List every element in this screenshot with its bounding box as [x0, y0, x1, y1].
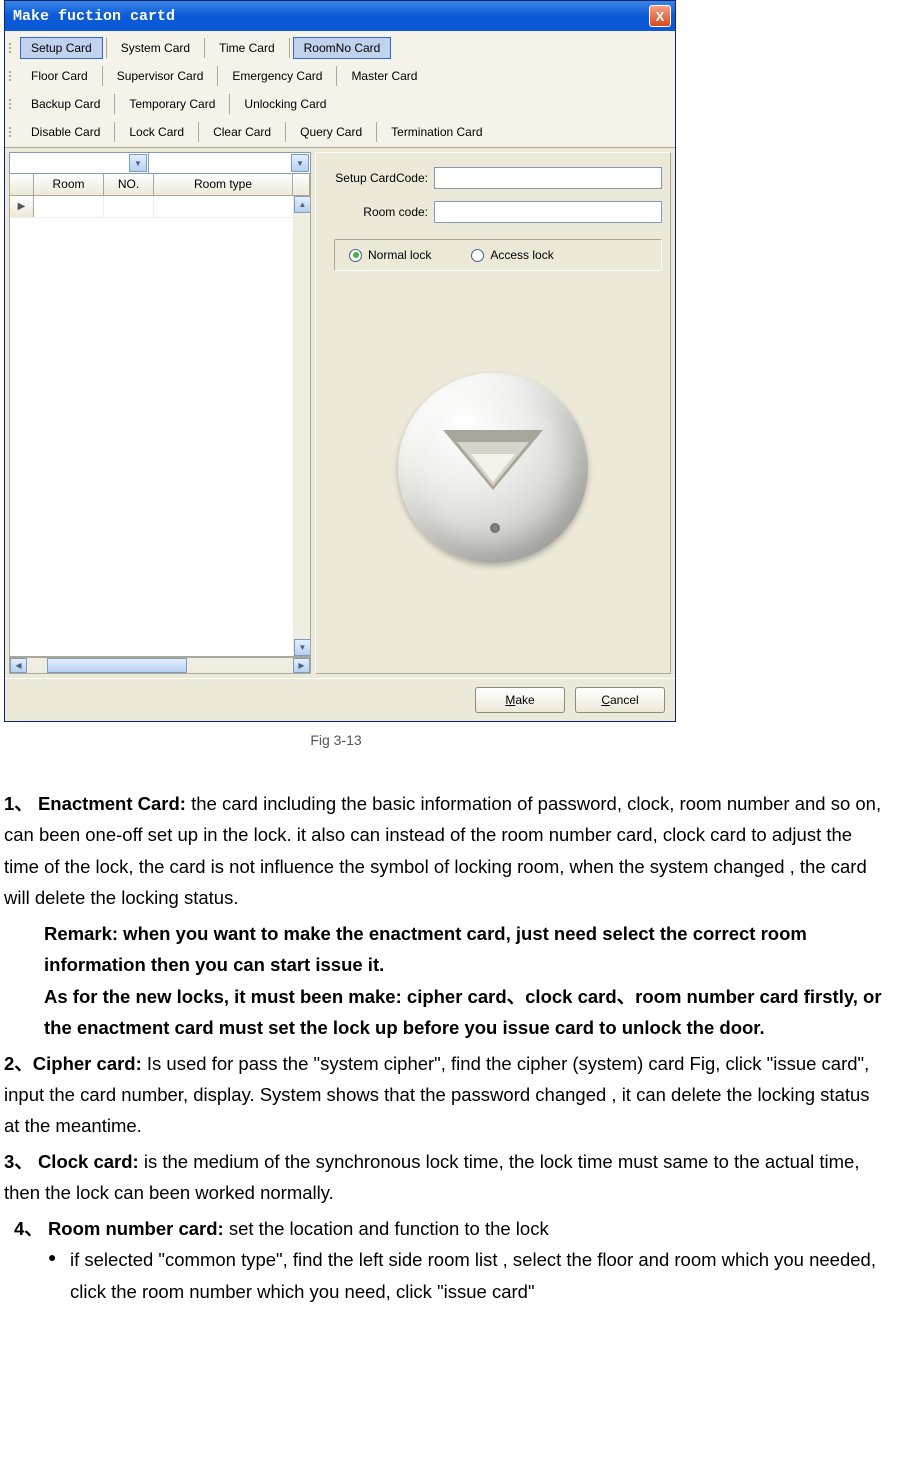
item1-title: Enactment Card: [38, 793, 191, 814]
close-button[interactable]: X [649, 5, 671, 27]
col-roomtype[interactable]: Room type [154, 174, 293, 195]
item4-title: Room number card: [48, 1218, 229, 1239]
col-room[interactable]: Room [34, 174, 104, 195]
left-panel: ▼ ▼ Room NO. Room type ▶ [9, 152, 311, 674]
temporary-card-button[interactable]: Temporary Card [118, 93, 226, 115]
item4-number: 4、 [14, 1218, 43, 1239]
table-row[interactable]: ▶ [10, 196, 310, 218]
grid-header: Room NO. Room type [9, 174, 311, 196]
toolbar-row-2: Floor Card Supervisor Card Emergency Car… [5, 61, 675, 89]
item1-number: 1、 [4, 793, 33, 814]
scroll-up-icon[interactable]: ▲ [294, 196, 311, 213]
radio-icon [471, 249, 484, 262]
access-lock-radio[interactable]: Access lock [471, 248, 553, 262]
row-indicator-icon: ▶ [10, 196, 34, 217]
normal-lock-label: Normal lock [368, 248, 431, 262]
backup-card-button[interactable]: Backup Card [20, 93, 111, 115]
radio-icon [349, 249, 362, 262]
button-row: Make Cancel [5, 678, 675, 721]
lock-card-button[interactable]: Lock Card [118, 121, 195, 143]
setup-card-button[interactable]: Setup Card [20, 37, 103, 59]
body-area: ▼ ▼ Room NO. Room type ▶ [5, 148, 675, 678]
item4-body: set the location and function to the loc… [229, 1218, 549, 1239]
floor-card-button[interactable]: Floor Card [20, 65, 99, 87]
scroll-thumb[interactable] [47, 658, 187, 673]
scroll-left-icon[interactable]: ◀ [10, 658, 27, 673]
room-code-input[interactable] [434, 201, 662, 223]
close-icon: X [656, 9, 665, 24]
dialog-window: Make fuction cartd X Setup Card System C… [4, 0, 676, 722]
item3-number: 3、 [4, 1151, 33, 1172]
window-title: Make fuction cartd [13, 8, 175, 25]
vertical-scrollbar[interactable]: ▲ ▼ [293, 196, 310, 656]
asfor-text: As for the new locks, it must been make:… [4, 981, 889, 1044]
master-card-button[interactable]: Master Card [340, 65, 428, 87]
chevron-down-icon: ▼ [291, 154, 309, 172]
combo-floor[interactable]: ▼ [9, 152, 149, 174]
col-no[interactable]: NO. [104, 174, 154, 195]
document-body: 1、 Enactment Card: the card including th… [0, 788, 897, 1341]
card-image [324, 271, 662, 665]
item3-title: Clock card: [38, 1151, 144, 1172]
setup-cardcode-label: Setup CardCode: [324, 171, 434, 185]
chevron-down-icon: ▼ [129, 154, 147, 172]
item2-title: Cipher card: [33, 1053, 147, 1074]
card-sphere-icon [398, 373, 588, 563]
toolbar-row-3: Backup Card Temporary Card Unlocking Car… [5, 89, 675, 117]
grid-corner [293, 174, 310, 195]
room-code-label: Room code: [324, 205, 434, 219]
disable-card-button[interactable]: Disable Card [20, 121, 111, 143]
scroll-right-icon[interactable]: ▶ [293, 658, 310, 673]
horizontal-scrollbar[interactable]: ◀ ▶ [9, 657, 311, 674]
access-lock-label: Access lock [490, 248, 553, 262]
lock-type-group: Normal lock Access lock [334, 239, 662, 271]
combo-room[interactable]: ▼ [149, 152, 311, 174]
normal-lock-radio[interactable]: Normal lock [349, 248, 431, 262]
toolbar: Setup Card System Card Time Card RoomNo … [5, 31, 675, 148]
termination-card-button[interactable]: Termination Card [380, 121, 493, 143]
system-card-button[interactable]: System Card [110, 37, 201, 59]
right-panel: Setup CardCode: Room code: Normal lock A… [315, 152, 671, 674]
setup-cardcode-input[interactable] [434, 167, 662, 189]
supervisor-card-button[interactable]: Supervisor Card [106, 65, 215, 87]
item2-number: 2、 [4, 1053, 33, 1074]
make-button[interactable]: Make [475, 687, 565, 713]
item4-bullet: if selected "common type", find the left… [14, 1244, 889, 1307]
unlocking-card-button[interactable]: Unlocking Card [233, 93, 337, 115]
query-card-button[interactable]: Query Card [289, 121, 373, 143]
toolbar-row-1: Setup Card System Card Time Card RoomNo … [5, 33, 675, 61]
emergency-card-button[interactable]: Emergency Card [221, 65, 333, 87]
cancel-button[interactable]: Cancel [575, 687, 665, 713]
figure-caption: Fig 3-13 [0, 732, 672, 748]
time-card-button[interactable]: Time Card [208, 37, 286, 59]
grid-rowselector-header [10, 174, 34, 195]
clear-card-button[interactable]: Clear Card [202, 121, 282, 143]
roomno-card-button[interactable]: RoomNo Card [293, 37, 392, 59]
remark-text: Remark: when you want to make the enactm… [4, 918, 889, 981]
titlebar: Make fuction cartd X [5, 1, 675, 31]
grid-body: ▶ ▲ ▼ [9, 196, 311, 657]
toolbar-row-4: Disable Card Lock Card Clear Card Query … [5, 117, 675, 145]
scroll-down-icon[interactable]: ▼ [294, 639, 311, 656]
